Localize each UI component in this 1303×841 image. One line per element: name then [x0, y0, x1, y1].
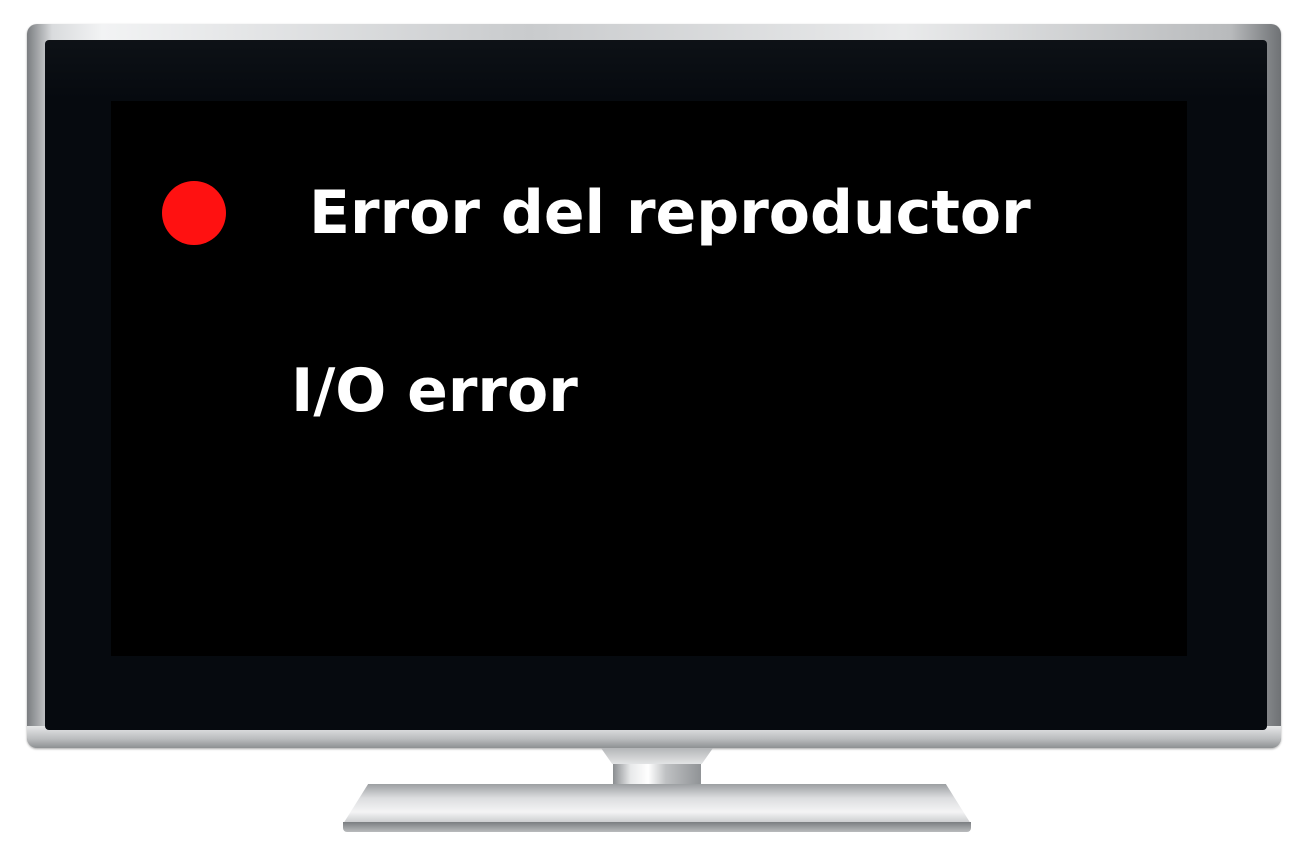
error-detail: I/O error [291, 356, 578, 426]
tv-stand-base [343, 784, 971, 834]
tv-stand-base-top [343, 784, 971, 824]
tv-stand-base-edge [343, 822, 971, 832]
error-title: Error del reproductor [309, 178, 1031, 248]
tv-screen: Error del reproductor I/O error [111, 101, 1187, 656]
tv-illustration: Error del reproductor I/O error [0, 0, 1303, 841]
red-dot-icon [162, 181, 226, 245]
